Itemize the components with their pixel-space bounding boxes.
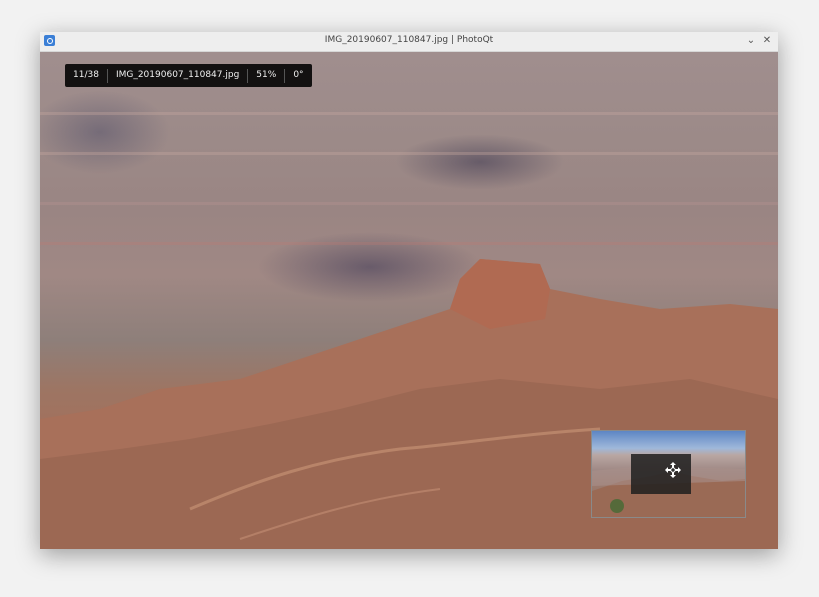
rock-layer	[40, 112, 778, 115]
info-bar: 11/38 IMG_20190607_110847.jpg 51% 0°	[65, 64, 312, 87]
window-title: IMG_20190607_110847.jpg | PhotoQt	[324, 35, 494, 45]
rock-layer	[40, 152, 778, 155]
minimize-button[interactable]: ⌄	[744, 34, 758, 48]
rock-layer	[40, 202, 778, 205]
image-filename: IMG_20190607_110847.jpg	[115, 70, 240, 80]
navigation-minimap[interactable]	[591, 430, 746, 518]
photoqt-window: IMG_20190607_110847.jpg | PhotoQt ⌄ ✕ 11…	[40, 32, 778, 549]
minimap-viewport-rect[interactable]	[631, 454, 691, 494]
move-icon[interactable]	[664, 461, 682, 479]
image-position: 11/38	[73, 70, 99, 80]
rotation-angle: 0°	[293, 70, 304, 80]
titlebar[interactable]: IMG_20190607_110847.jpg | PhotoQt ⌄ ✕	[40, 32, 778, 52]
image-viewport[interactable]: 11/38 IMG_20190607_110847.jpg 51% 0°	[40, 52, 778, 549]
zoom-level: 51%	[256, 70, 277, 80]
close-button[interactable]: ✕	[760, 34, 774, 48]
rock-layer	[40, 242, 778, 245]
